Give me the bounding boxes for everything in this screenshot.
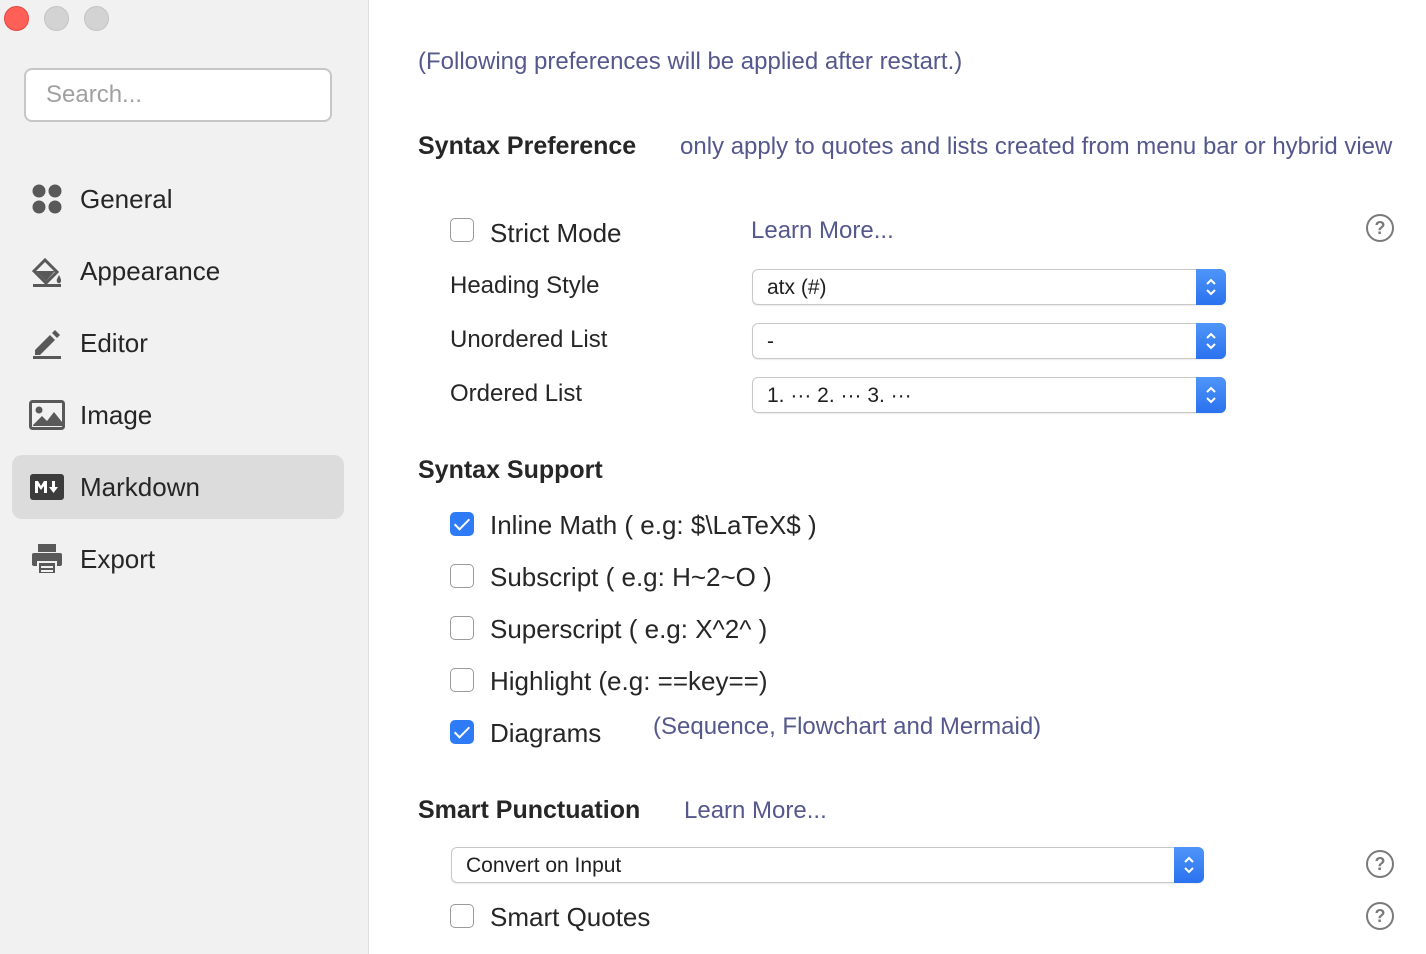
heading-style-label: Heading Style [450,272,600,299]
smart-punctuation-mode-select[interactable]: Convert on Input [451,847,1204,883]
ordered-list-label: Ordered List [450,380,583,407]
pencil-icon [28,325,66,361]
smart-punctuation-learn-more-link[interactable]: Learn More... [684,797,827,825]
grid-icon [28,181,66,217]
close-window-button[interactable] [4,6,29,31]
chevron-up-down-icon [1174,847,1204,883]
syntax-preference-hint: only apply to quotes and lists created f… [680,133,1393,160]
restart-note: (Following preferences will be applied a… [418,48,963,75]
maximize-window-button[interactable] [84,6,109,31]
sidebar-item-label: General [80,184,173,214]
diagrams-hint: (Sequence, Flowchart and Mermaid) [653,713,1042,740]
ordered-list-value: 1. ··· 2. ··· 3. ··· [767,384,912,407]
minimize-window-button[interactable] [44,6,69,31]
subscript-checkbox[interactable] [450,564,474,588]
superscript-label: Superscript ( e.g: X^2^ ) [490,614,768,644]
subscript-label: Subscript ( e.g: H~2~O ) [490,562,772,592]
unordered-list-value: - [767,330,774,353]
sidebar-item-label: Appearance [80,256,221,286]
sidebar-item-general[interactable]: General [12,167,344,231]
heading-style-value: atx (#) [767,276,827,299]
strict-mode-label: Strict Mode [490,218,622,248]
search-field-container [24,68,332,122]
sidebar-item-label: Markdown [80,472,200,502]
sidebar-item-export[interactable]: Export [12,527,344,591]
markdown-icon [28,469,66,505]
smart-quotes-checkbox[interactable] [450,904,474,928]
unordered-list-label: Unordered List [450,326,608,353]
sidebar-item-appearance[interactable]: Appearance [12,239,344,303]
chevron-up-down-icon [1196,377,1226,413]
help-icon[interactable]: ? [1366,902,1394,930]
smart-punctuation-title: Smart Punctuation [418,796,641,824]
chevron-up-down-icon [1196,269,1226,305]
highlight-checkbox[interactable] [450,668,474,692]
diagrams-checkbox[interactable] [450,720,474,744]
smart-punctuation-mode-value: Convert on Input [466,854,622,877]
help-icon[interactable]: ? [1366,214,1394,242]
superscript-checkbox[interactable] [450,616,474,640]
sidebar-item-editor[interactable]: Editor [12,311,344,375]
ordered-list-select[interactable]: 1. ··· 2. ··· 3. ··· [752,377,1226,413]
smart-quotes-label: Smart Quotes [490,902,651,932]
inline-math-label: Inline Math ( e.g: $\LaTeX$ ) [490,510,817,540]
image-icon [28,397,66,433]
chevron-up-down-icon [1196,323,1226,359]
sidebar-item-markdown[interactable]: Markdown [12,455,344,519]
syntax-support-title: Syntax Support [418,456,603,484]
unordered-list-select[interactable]: - [752,323,1226,359]
diagrams-label: Diagrams [490,718,602,748]
highlight-label: Highlight (e.g: ==key==) [490,666,768,696]
paint-bucket-icon [28,253,66,289]
help-icon[interactable]: ? [1366,850,1394,878]
sidebar: General Appearance Editor Image Markdown… [0,0,369,954]
strict-mode-checkbox[interactable] [450,218,474,242]
printer-icon [28,541,66,577]
inline-math-checkbox[interactable] [450,512,474,536]
sidebar-item-label: Editor [80,328,148,358]
heading-style-select[interactable]: atx (#) [752,269,1226,305]
sidebar-item-label: Image [80,400,153,430]
strict-mode-learn-more-link[interactable]: Learn More... [751,217,894,245]
sidebar-item-image[interactable]: Image [12,383,344,447]
sidebar-item-label: Export [80,544,156,574]
markdown-preferences-panel: (Following preferences will be applied a… [370,0,1426,954]
search-input[interactable] [46,81,310,109]
